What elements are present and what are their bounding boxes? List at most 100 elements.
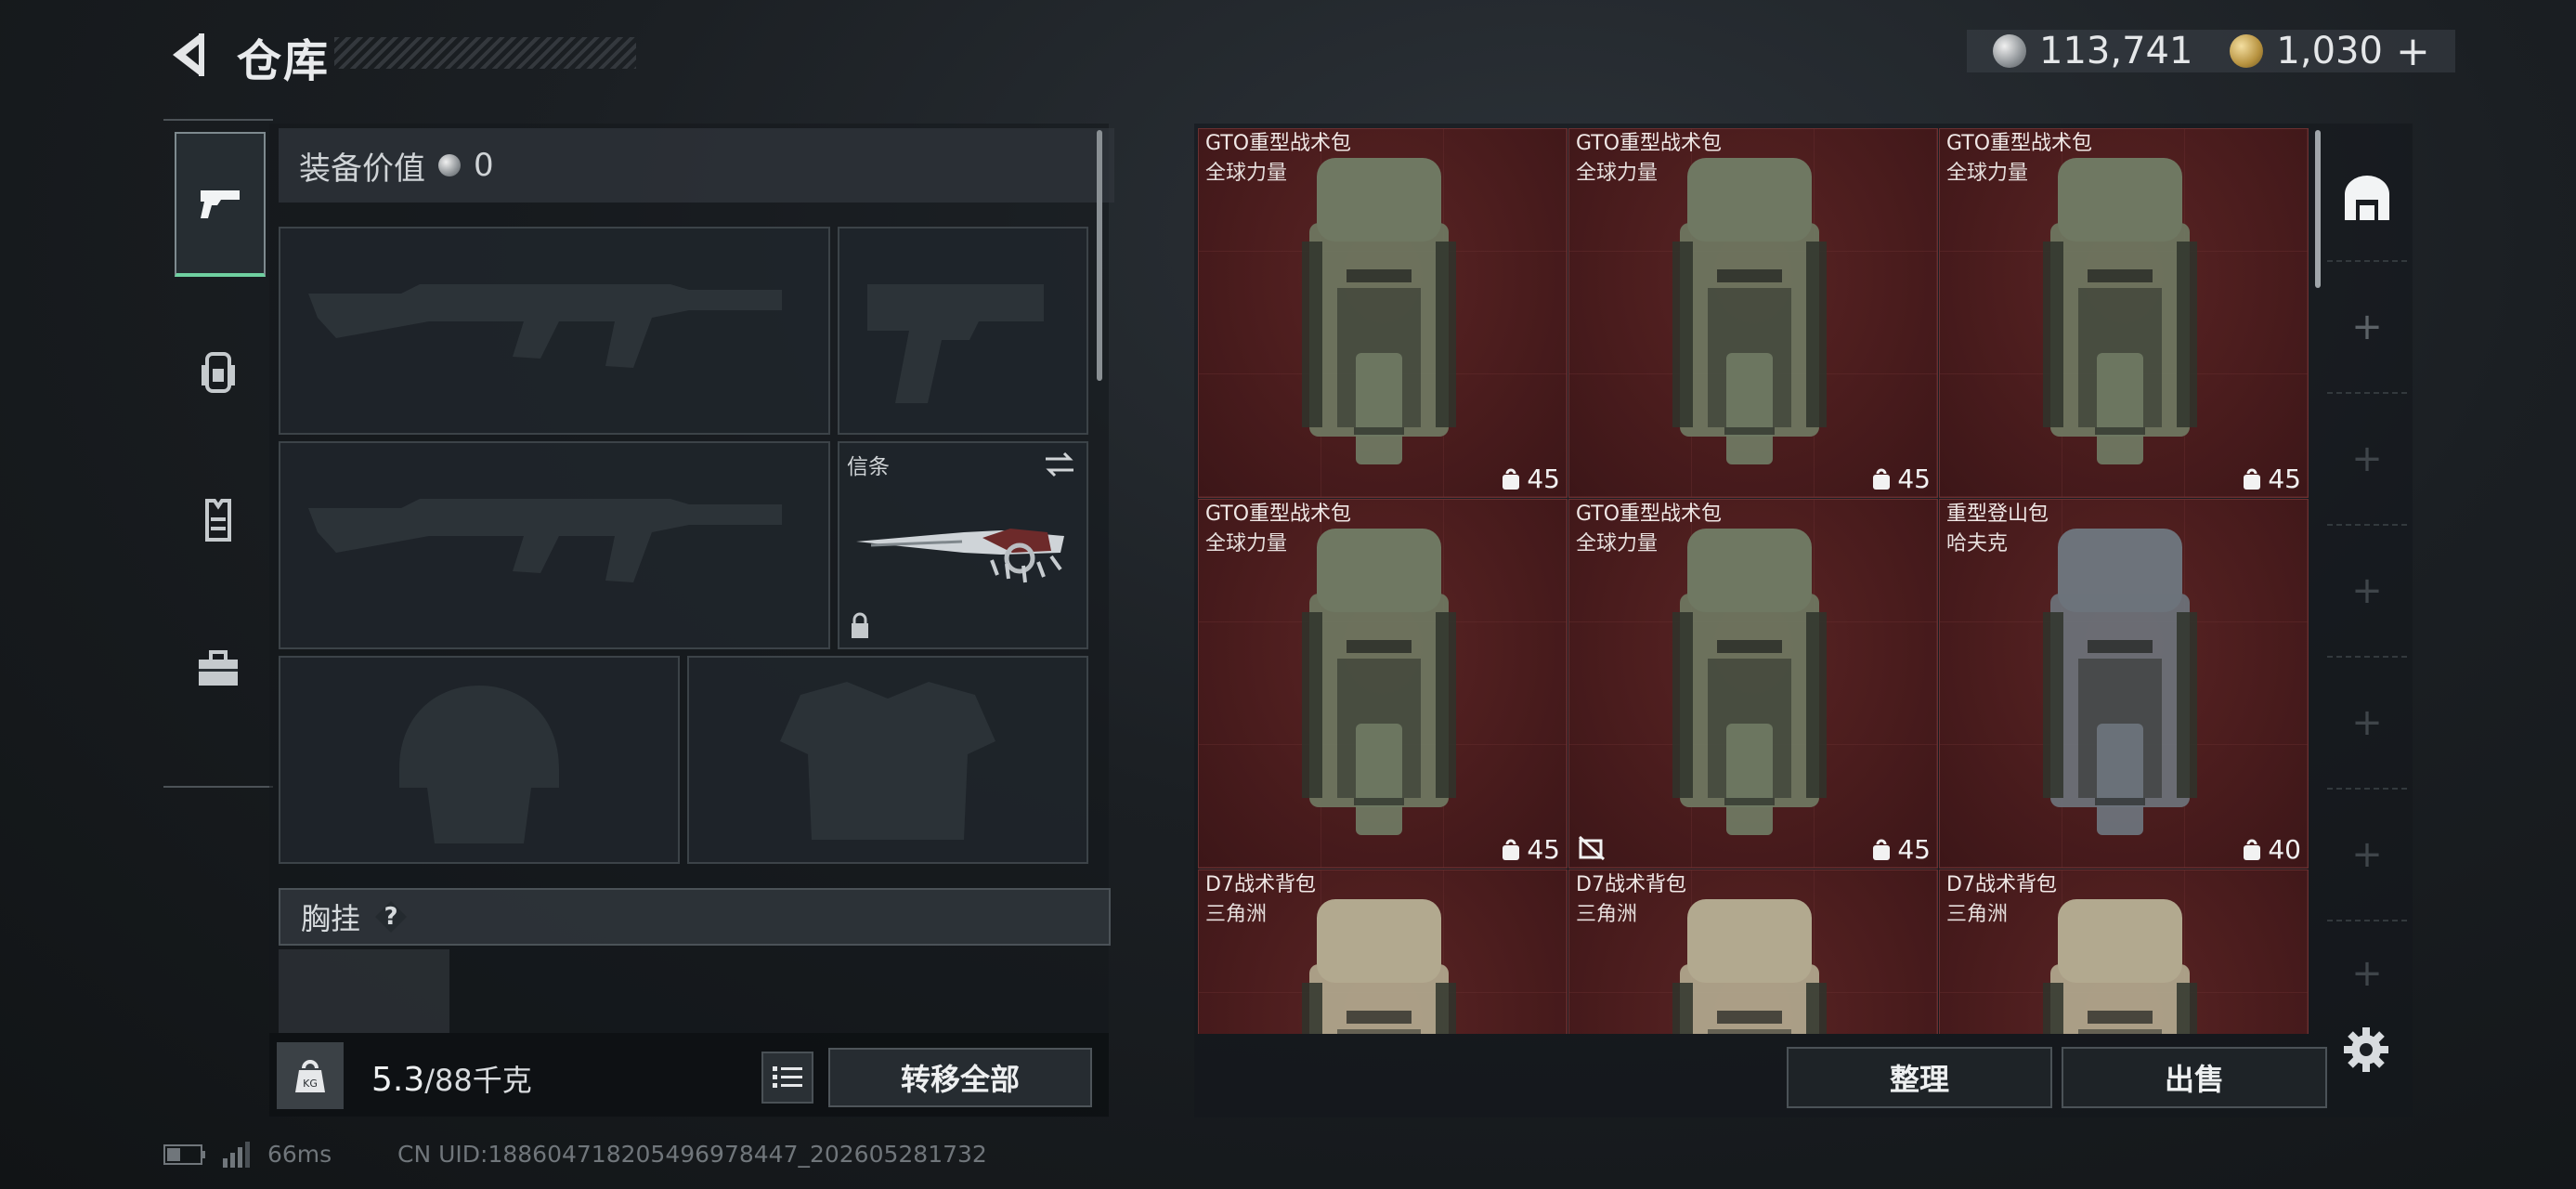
item-name: D7战术背包: [1946, 873, 2057, 896]
backpack-item-icon: [2043, 529, 2197, 835]
gold-amount: 1,030: [2276, 30, 2383, 72]
item-capacity: 45: [1501, 834, 1560, 865]
bag-capacity-icon: [1873, 839, 1891, 860]
loadout-scrollbar[interactable]: [1097, 130, 1102, 381]
weight-current: 5.3: [371, 1061, 425, 1099]
armor-slot[interactable]: [687, 656, 1088, 864]
bag-capacity-icon: [1503, 468, 1520, 490]
ping-value: 66ms: [267, 1141, 332, 1168]
add-storage-tab-button[interactable]: +: [2327, 260, 2407, 392]
inventory-item[interactable]: GTO重型战术包 全球力量 45: [1939, 128, 2309, 498]
add-storage-tab-button[interactable]: +: [2327, 524, 2407, 656]
storage-grid: GTO重型战术包 全球力量 45 GTO重型战术包 全球力量 45 GTO重型战术包 全球力量…: [1198, 128, 2309, 1034]
rifle-silhouette-icon: [308, 284, 782, 368]
category-sidebar: [163, 119, 273, 788]
add-storage-tab-button[interactable]: +: [2327, 656, 2407, 788]
item-brand: 全球力量: [1576, 162, 1659, 185]
item-brand: 全球力量: [1576, 532, 1659, 555]
item-capacity-value: 45: [1527, 464, 1560, 494]
helmet-silhouette-icon: [399, 686, 559, 843]
inventory-item[interactable]: GTO重型战术包 全球力量 45: [1198, 499, 1568, 869]
add-storage-tab-button[interactable]: +: [2327, 920, 2407, 1026]
not-insured-icon: [1578, 835, 1606, 861]
kettlebell-icon: KG: [295, 1060, 325, 1092]
bag-capacity-icon: [2244, 839, 2261, 860]
inventory-item[interactable]: GTO重型战术包 全球力量 45: [1198, 128, 1568, 498]
equipment-value-label: 装备价值: [299, 150, 425, 188]
status-bar: 66ms: [163, 1141, 332, 1168]
title-decoration: [334, 37, 636, 69]
secondary-weapon-slot[interactable]: [279, 441, 830, 649]
toolbox-icon: [199, 650, 238, 686]
item-brand: 全球力量: [1205, 532, 1288, 555]
inventory-item[interactable]: D7战术背包 三角洲: [1939, 869, 2309, 1034]
bag-capacity-icon: [2244, 468, 2261, 490]
equipment-value: 装备价值 0: [279, 128, 1114, 203]
chest-rig-slot[interactable]: [279, 949, 449, 1033]
item-name: GTO重型战术包: [1205, 132, 1352, 155]
item-capacity: 45: [1871, 464, 1931, 494]
item-brand: 三角洲: [1576, 903, 1638, 926]
sidebar-item-vest[interactable]: [175, 446, 262, 594]
lock-icon: [852, 612, 868, 638]
pistol-slot[interactable]: [838, 227, 1088, 435]
transfer-all-button[interactable]: 转移全部: [828, 1048, 1092, 1107]
chest-rig-header: 胸挂 ?: [279, 888, 1111, 946]
storage-tab-main[interactable]: [2327, 149, 2407, 247]
storage-scrollbar[interactable]: [2315, 130, 2321, 288]
weight-icon: KG: [277, 1042, 344, 1109]
list-icon: [773, 1066, 802, 1088]
item-name: D7战术背包: [1576, 873, 1686, 896]
inventory-item[interactable]: D7战术背包 三角洲: [1198, 869, 1568, 1034]
inventory-item[interactable]: GTO重型战术包 全球力量 45: [1568, 499, 1938, 869]
sidebar-item-weapons[interactable]: [175, 132, 266, 277]
sidebar-item-toolbox[interactable]: [175, 594, 262, 743]
swap-icon[interactable]: [1042, 451, 1077, 478]
currency-bar: 113,741 1,030 +: [1967, 28, 2455, 75]
bag-capacity-icon: [1873, 468, 1891, 490]
item-capacity: 45: [1871, 834, 1931, 865]
item-brand: 全球力量: [1946, 162, 2029, 185]
backpack-item-icon: [1302, 158, 1456, 464]
item-brand: 三角洲: [1205, 903, 1268, 926]
item-brand: 哈夫克: [1946, 532, 2009, 555]
weight-max: /88千克: [424, 1063, 532, 1098]
melee-slot[interactable]: 信条: [838, 441, 1088, 649]
gold-coin-icon: [2230, 34, 2264, 68]
help-icon[interactable]: ?: [375, 901, 408, 933]
item-capacity-value: 40: [2268, 834, 2301, 865]
sidebar-item-backpack[interactable]: [175, 297, 262, 446]
item-name: GTO重型战术包: [1205, 503, 1352, 526]
armor-silhouette-icon: [780, 682, 995, 840]
item-name: 重型登山包: [1946, 503, 2049, 526]
settings-button[interactable]: [2340, 1024, 2392, 1076]
silver-coin-icon: [438, 154, 461, 176]
gear-icon: [2344, 1027, 2388, 1072]
item-name: D7战术背包: [1205, 873, 1316, 896]
add-storage-tab-button[interactable]: +: [2327, 788, 2407, 920]
item-capacity: 40: [2242, 834, 2301, 865]
back-button[interactable]: [163, 28, 212, 82]
signal-icon: [223, 1141, 250, 1168]
sort-button[interactable]: 整理: [1787, 1047, 2052, 1108]
pistol-icon: [201, 190, 240, 218]
melee-label: 信条: [847, 455, 890, 479]
add-currency-button[interactable]: +: [2396, 28, 2430, 75]
item-capacity-value: 45: [2268, 464, 2301, 494]
back-arrow-icon: [173, 33, 204, 76]
add-storage-tab-button[interactable]: +: [2327, 392, 2407, 524]
backpack-item-icon: [1672, 899, 1827, 1034]
primary-weapon-slot[interactable]: [279, 227, 830, 435]
inventory-item[interactable]: D7战术背包 三角洲: [1568, 869, 1938, 1034]
inventory-item[interactable]: GTO重型战术包 全球力量 45: [1568, 128, 1938, 498]
list-view-button[interactable]: [761, 1052, 813, 1104]
rifle-silhouette-icon: [308, 499, 782, 582]
item-name: GTO重型战术包: [1576, 503, 1723, 526]
user-uid: CN UID:1886047182054969784​47_2026052817…: [397, 1141, 987, 1168]
sell-button[interactable]: 出售: [2062, 1047, 2327, 1108]
backpack-item-icon: [1302, 899, 1456, 1034]
helmet-slot[interactable]: [279, 656, 680, 864]
item-brand: 三角洲: [1946, 903, 2009, 926]
vest-icon: [205, 499, 231, 542]
inventory-item[interactable]: 重型登山包哈夫克 40: [1939, 499, 2309, 869]
